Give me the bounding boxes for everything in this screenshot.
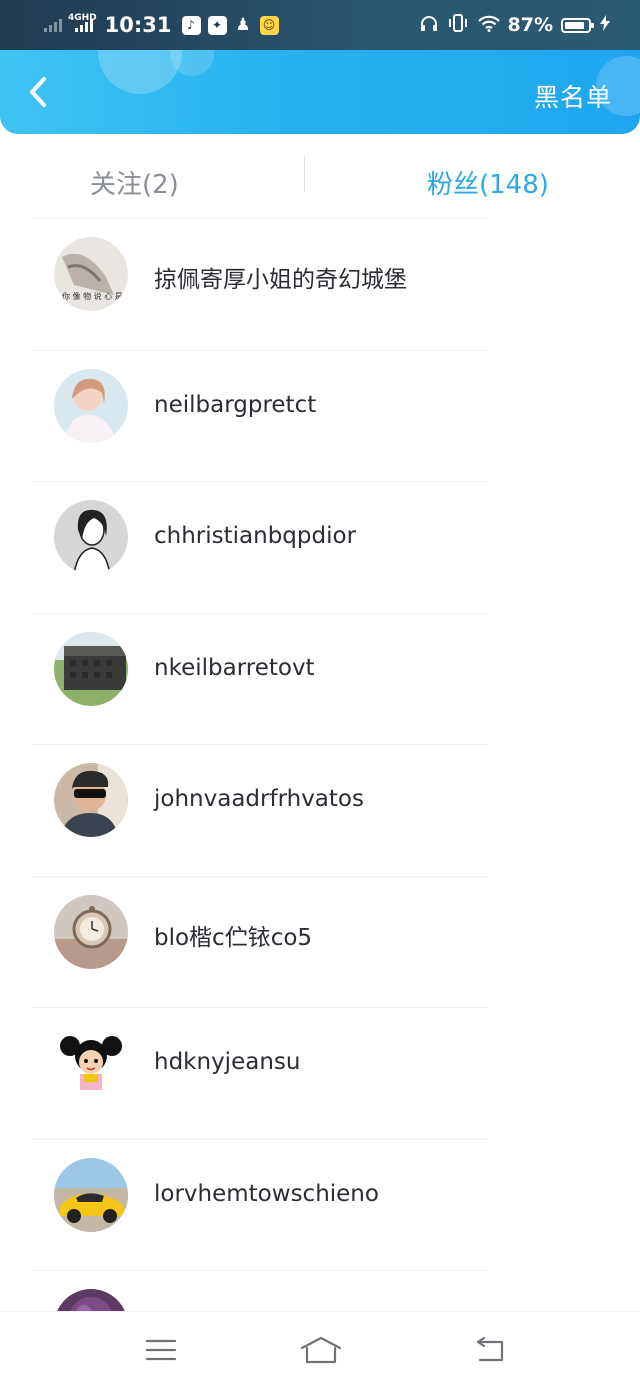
fans-list: 你 像 物 说 心 是 掠佩寄厚小姐的奇幻城堡 neilbargpretct c… [0, 218, 640, 1311]
list-item[interactable]: nkeilbarretovt [0, 612, 640, 745]
divider [30, 875, 490, 877]
divider [30, 218, 490, 219]
tab-fans[interactable]: 粉丝(148) [427, 164, 549, 201]
blacklist-button[interactable]: 黑名单 [534, 78, 612, 114]
list-item[interactable]: blo楷c伫铱co5 [0, 875, 640, 1008]
list-item[interactable]: neilbargpretct [0, 349, 640, 482]
username: chhristianbqpdior [154, 523, 357, 549]
menu-icon [145, 1339, 177, 1361]
charging-bolt-icon [600, 15, 610, 35]
avatar[interactable] [54, 631, 128, 706]
list-item[interactable]: chhristianbqpdior [0, 481, 640, 613]
svg-text:你 像 物 说 心 是: 你 像 物 说 心 是 [62, 291, 123, 301]
tab-bar: 关注(2) 粉丝(148) [0, 134, 640, 224]
status-bar: 4GHD 10:31 ♪ ✦ ♟ ☺ 87% [0, 0, 640, 50]
avatar[interactable] [54, 1026, 128, 1100]
avatar[interactable] [54, 763, 128, 837]
header-bar: 黑名单 [0, 50, 640, 134]
avatar[interactable]: 你 像 物 说 心 是 [54, 237, 128, 311]
chat-app-icon: ☺ [259, 15, 279, 35]
home-button[interactable] [298, 1332, 344, 1368]
headphones-icon [420, 15, 438, 35]
chevron-left-icon [30, 77, 46, 107]
username: blo楷c伫铱co5 [154, 924, 313, 951]
wifi-icon [477, 15, 500, 36]
username: nkeilbarretovt [154, 654, 315, 681]
divider [30, 612, 490, 614]
music-note-icon: ♪ [181, 15, 201, 35]
avatar[interactable] [54, 368, 128, 443]
battery-percent: 87% [507, 14, 553, 36]
username: neilbargpretct [154, 391, 317, 418]
tab-following[interactable]: 关注(2) [90, 164, 179, 201]
back-icon [476, 1337, 504, 1362]
username: hdknyjeansu [154, 1049, 301, 1075]
network-type: 4GHD [68, 13, 97, 23]
vibrate-icon [448, 14, 468, 36]
avatar[interactable] [54, 1289, 128, 1311]
system-nav-bar [0, 1311, 640, 1388]
avatar[interactable] [54, 1157, 128, 1232]
menu-button[interactable] [141, 1332, 181, 1368]
divider [30, 349, 490, 351]
back-nav-button[interactable] [470, 1332, 510, 1368]
game-controller-icon: ✦ [207, 15, 227, 35]
avatar[interactable] [54, 894, 128, 969]
tab-divider [304, 156, 305, 192]
back-button[interactable] [18, 72, 58, 112]
divider [30, 1270, 490, 1271]
battery-icon [561, 17, 594, 33]
list-item[interactable]: johnvaadrfrhvatos [0, 744, 640, 876]
list-item[interactable]: 你 像 物 说 心 是 掠佩寄厚小姐的奇幻城堡 [0, 218, 640, 350]
divider [30, 1138, 490, 1140]
list-item[interactable]: lorvhemtowschieno [0, 1138, 640, 1271]
home-icon [300, 1336, 342, 1364]
username: johnvaadrfrhvatos [154, 786, 364, 812]
status-time: 10:31 [104, 13, 172, 37]
username: lorvhemtowschieno [154, 1180, 379, 1207]
signal-sim2-icon [44, 18, 62, 32]
list-item[interactable] [0, 1270, 640, 1311]
qq-penguin-icon: ♟ [235, 14, 251, 35]
username: 掠佩寄厚小姐的奇幻城堡 [154, 267, 407, 293]
avatar[interactable] [54, 500, 128, 574]
divider [30, 481, 490, 482]
divider [30, 1007, 490, 1008]
list-item[interactable]: hdknyjeansu [0, 1007, 640, 1139]
divider [30, 744, 490, 745]
